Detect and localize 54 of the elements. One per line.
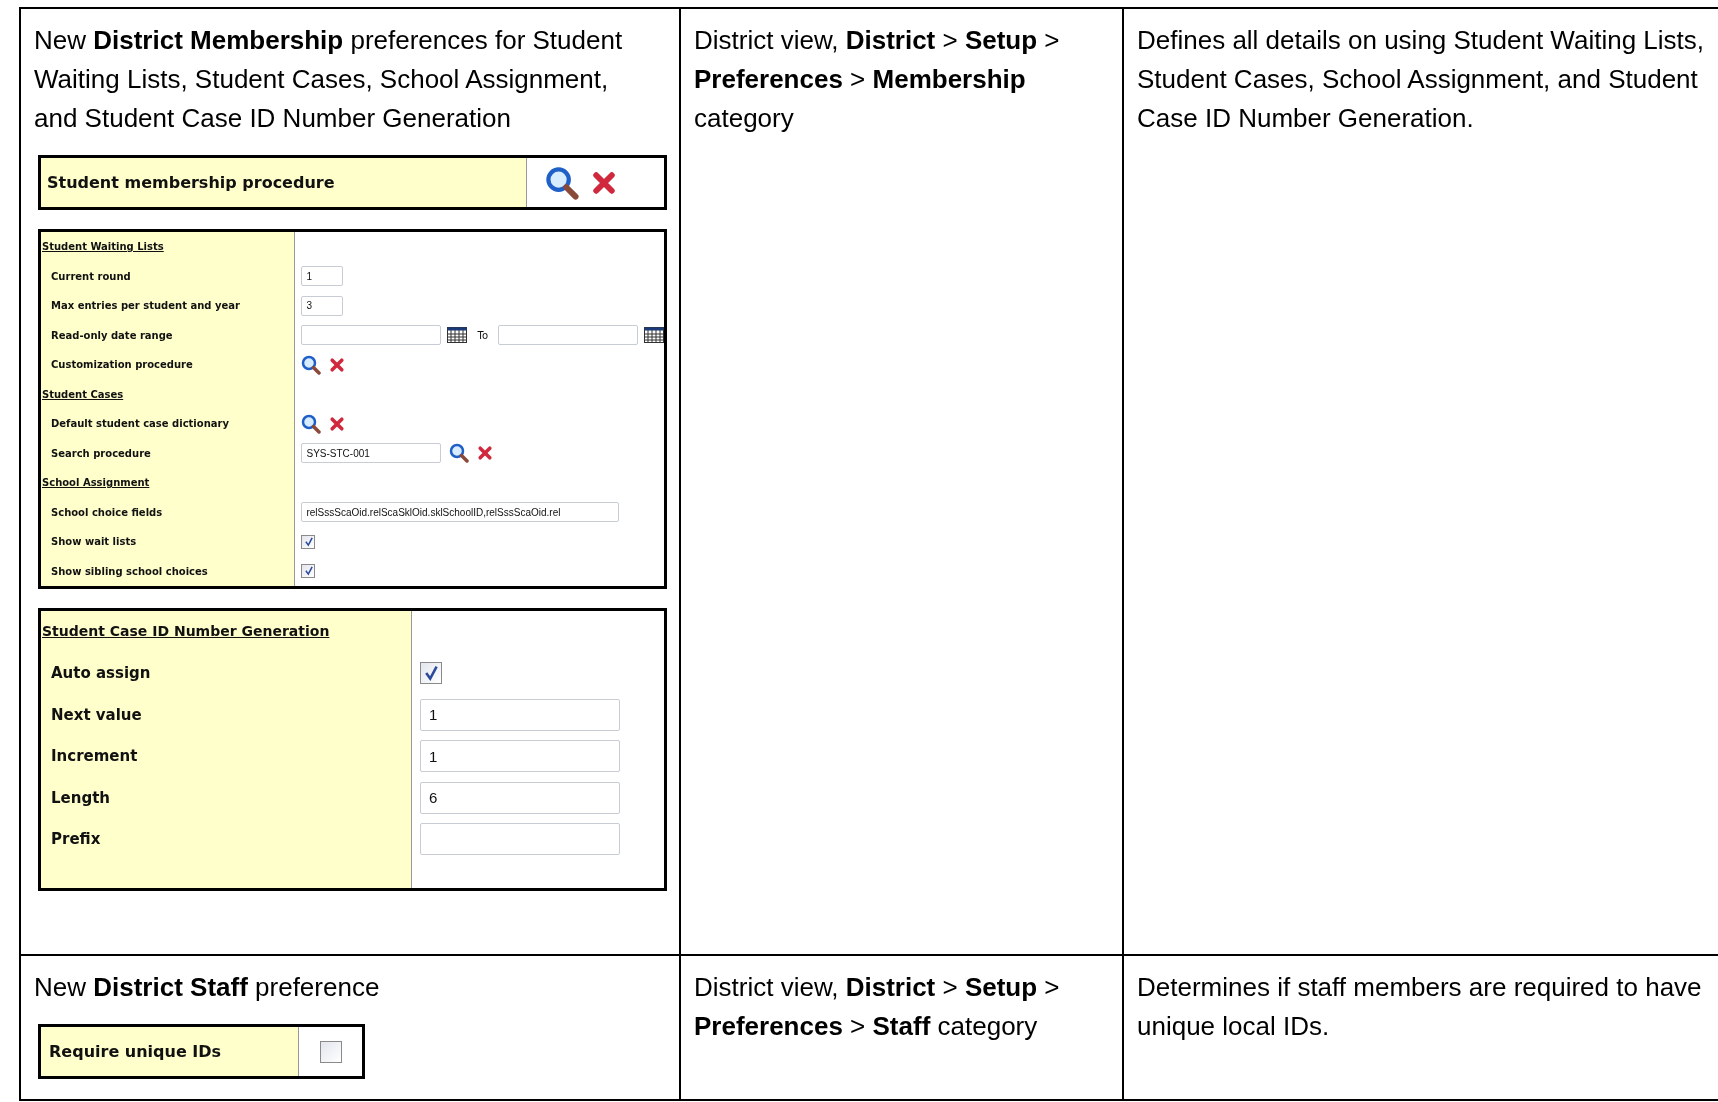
field-label: Increment	[50, 746, 138, 767]
location-text: District view, District > Setup > Preferences > Staff category	[694, 971, 1061, 1043]
field-label: Show sibling school choices	[50, 564, 208, 579]
feature-text: New District Membership preferences for Student Waiting Lists, Student Cases, School Assignment, and Student Case ID Number Generation	[34, 24, 624, 135]
field-label: Auto assign	[50, 663, 151, 684]
section-heading: School Assignment	[41, 476, 150, 491]
checkbox[interactable]	[319, 1040, 342, 1063]
input-field[interactable]	[301, 325, 442, 346]
field-label: Require unique IDs	[49, 1040, 222, 1063]
field-label: Max entries per student and year	[50, 299, 240, 314]
field-label: Default student case dictionary	[50, 417, 229, 432]
delete-icon[interactable]	[591, 169, 617, 196]
delete-icon[interactable]	[477, 445, 494, 462]
section-heading: Student Cases	[41, 387, 124, 402]
check-icon	[303, 566, 314, 577]
delete-icon[interactable]	[329, 356, 346, 373]
check-icon	[423, 665, 439, 682]
input-field[interactable]	[498, 325, 638, 346]
input-field[interactable]: SYS-STC-001	[301, 443, 442, 464]
field-label: Search procedure	[50, 446, 151, 461]
field-label: School choice fields	[50, 505, 163, 520]
calendar-icon[interactable]	[644, 327, 664, 344]
section-heading: Student Waiting Lists	[41, 240, 164, 255]
input-field[interactable]: 6	[420, 781, 620, 814]
field-label: Show wait lists	[50, 535, 137, 550]
input-field[interactable]: 1	[420, 698, 620, 731]
check-icon	[303, 536, 314, 547]
input-field[interactable]: relSssScaOid.relScaSklOid.sklSchoolID,relSssScaOid.rel	[301, 502, 620, 523]
section-heading: Student Case ID Number Generation	[41, 622, 330, 642]
field-label: Prefix	[50, 829, 101, 850]
search-icon[interactable]	[301, 413, 322, 434]
description-text: Defines all details on using Student Waiting Lists, Student Cases, School Assignment, and Student Case ID Number Generation.	[1137, 24, 1705, 135]
input-field[interactable]: 1	[301, 266, 344, 287]
field-label: Customization procedure	[50, 358, 193, 373]
checkbox[interactable]	[301, 564, 316, 579]
field-label: Length	[50, 787, 110, 809]
field-label: Read-only date range	[50, 328, 173, 343]
checkbox[interactable]	[301, 534, 316, 549]
field-label: Student membership procedure	[47, 171, 335, 194]
delete-icon[interactable]	[329, 415, 346, 432]
search-icon[interactable]	[449, 443, 470, 464]
location-text: District view, District > Setup > Preferences > Membership category	[694, 24, 1061, 135]
input-field[interactable]	[420, 823, 620, 856]
field-label: Current round	[50, 269, 131, 284]
field-label: Next value	[50, 704, 142, 726]
input-field[interactable]: 3	[301, 295, 344, 316]
search-icon[interactable]	[545, 165, 579, 200]
description-text: Determines if staff members are required to have unique local IDs.	[1137, 971, 1703, 1043]
feature-text: New District Staff preference	[34, 971, 381, 1004]
to-label: To	[476, 328, 489, 343]
checkbox[interactable]	[420, 662, 442, 685]
search-icon[interactable]	[301, 354, 322, 375]
calendar-icon[interactable]	[447, 327, 468, 344]
input-field[interactable]: 1	[420, 740, 620, 773]
